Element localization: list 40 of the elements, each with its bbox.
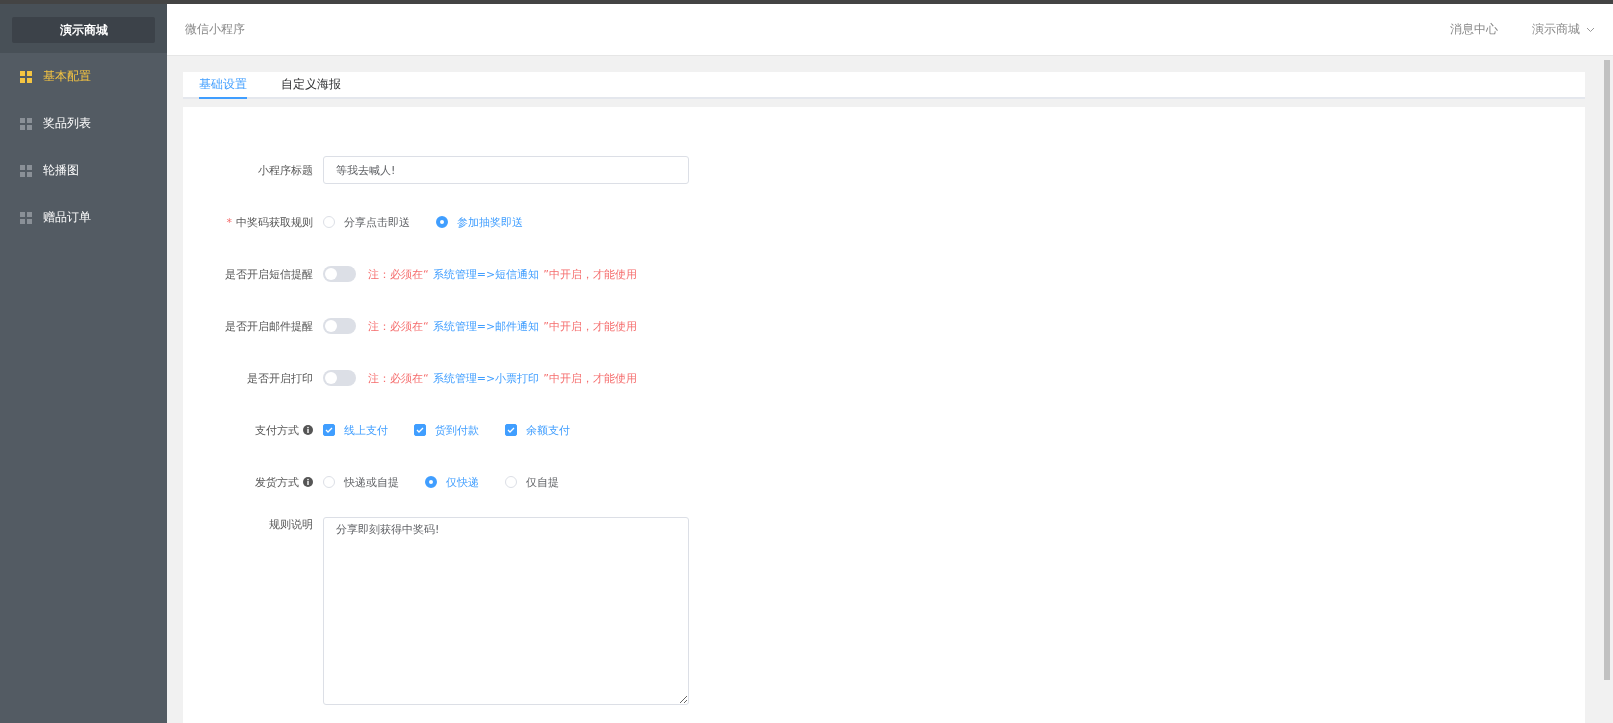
brand-label: 演示商城 — [12, 17, 155, 43]
sidebar-item[interactable]: 奖品列表 — [0, 100, 167, 147]
header-link[interactable]: 消息中心 — [1450, 21, 1498, 38]
field-label: 是否开启打印 — [247, 370, 313, 386]
account-dropdown[interactable]: 演示商城 — [1532, 21, 1595, 38]
checkbox[interactable] — [323, 424, 335, 436]
scrollbar[interactable] — [1604, 60, 1610, 680]
note-text: 注：必须在“ 系统管理=>短信通知 ”中开启，才能使用 — [368, 266, 637, 282]
checkbox[interactable] — [505, 424, 517, 436]
toggle-switch[interactable] — [323, 266, 356, 282]
radio-button[interactable] — [436, 216, 448, 228]
grid-icon — [20, 211, 32, 224]
field-label: 发货方式 — [255, 474, 299, 490]
toggle-switch[interactable] — [323, 370, 356, 386]
field-label: 是否开启邮件提醒 — [225, 318, 313, 334]
radio-option[interactable]: 分享点击即送 — [323, 214, 410, 230]
page-title: 微信小程序 — [185, 21, 246, 38]
note-text: 注：必须在“ 系统管理=>小票打印 ”中开启，才能使用 — [368, 370, 637, 386]
sidebar-item[interactable]: 赠品订单 — [0, 194, 167, 241]
checkbox[interactable] — [414, 424, 426, 436]
required-mark: * — [226, 215, 232, 229]
field-label: 规则说明 — [269, 517, 313, 532]
field-label: 小程序标题 — [258, 162, 313, 178]
tab[interactable]: 自定义海报 — [281, 72, 341, 99]
text-field[interactable]: 等我去喊人! — [323, 156, 689, 184]
radio-option[interactable]: 仅自提 — [505, 474, 559, 490]
sidebar-item[interactable]: 基本配置 — [0, 53, 167, 100]
sidebar-item[interactable]: 轮播图 — [0, 147, 167, 194]
text-area[interactable]: 分享即刻获得中奖码! — [323, 517, 689, 705]
field-label: 支付方式 — [255, 422, 299, 438]
radio-option[interactable]: 快递或自提 — [323, 474, 399, 490]
toggle-switch[interactable] — [323, 318, 356, 334]
grid-icon — [20, 70, 32, 83]
radio-button[interactable] — [425, 476, 437, 488]
grid-icon — [20, 164, 32, 177]
field-label: 是否开启短信提醒 — [225, 266, 313, 282]
field-label: 中奖码获取规则 — [236, 214, 313, 230]
grid-icon — [20, 117, 32, 130]
chevron-down-icon — [1586, 26, 1595, 33]
note-text: 注：必须在“ 系统管理=>邮件通知 ”中开启，才能使用 — [368, 318, 637, 334]
